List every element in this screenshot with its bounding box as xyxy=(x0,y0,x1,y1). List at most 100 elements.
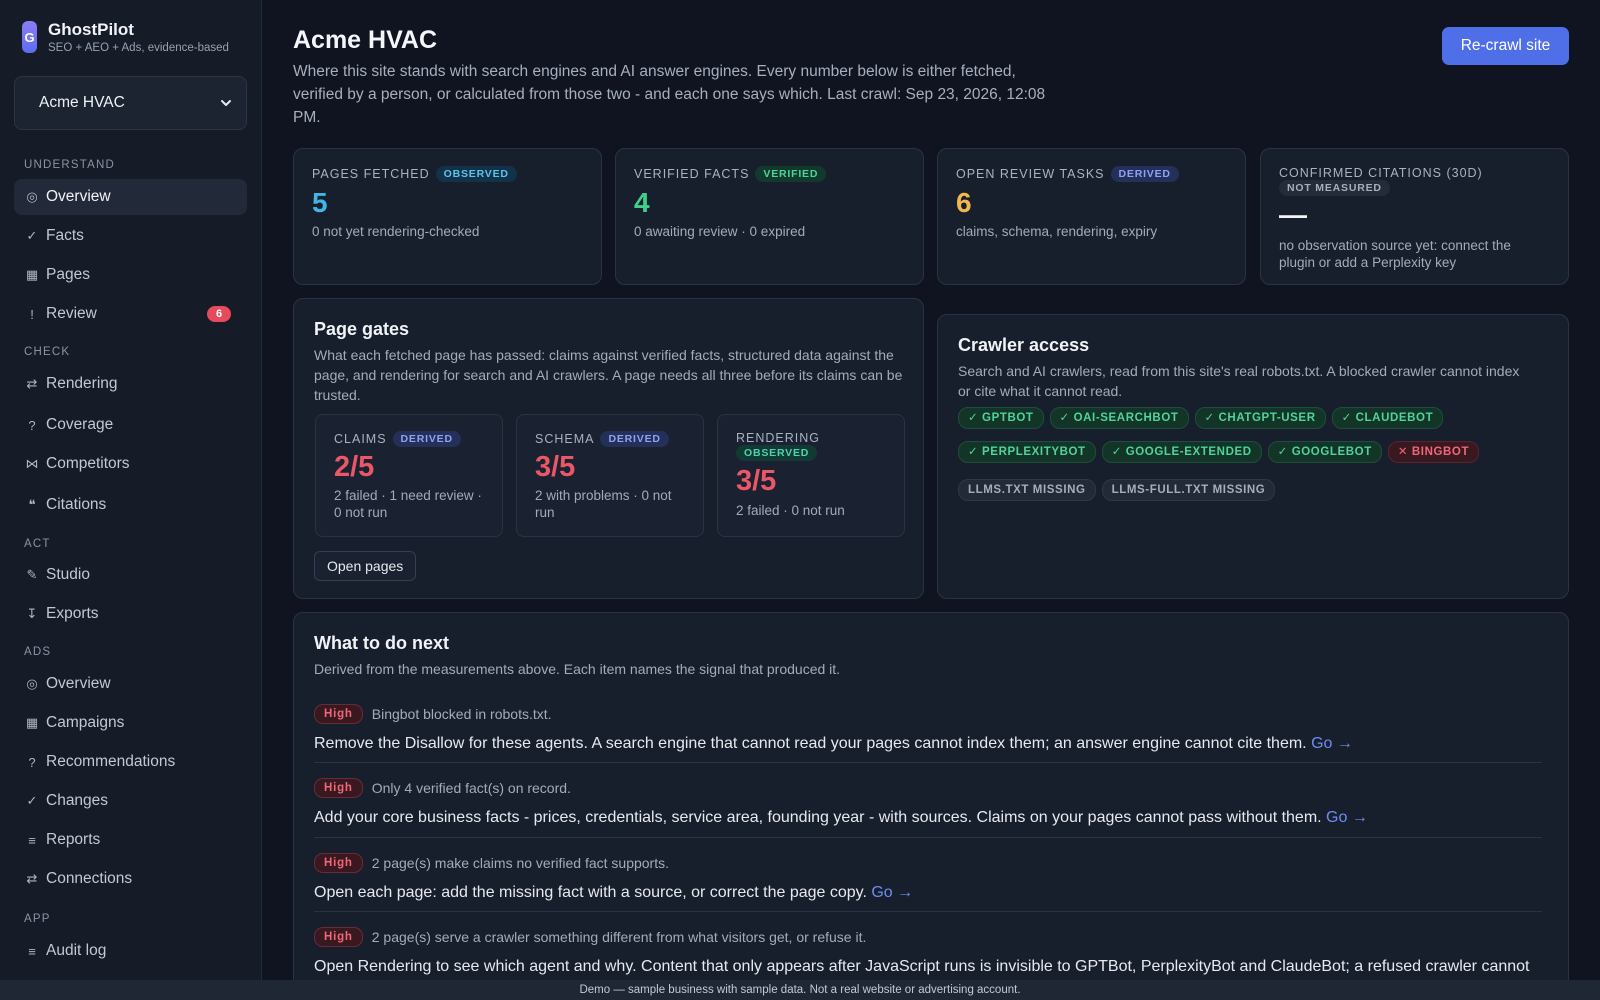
divider xyxy=(314,911,1542,912)
open-pages-button[interactable]: Open pages xyxy=(314,551,417,581)
sidebar-item-reports[interactable]: ≡ Reports xyxy=(14,822,247,858)
crawler-name: ClaudeBot xyxy=(1355,412,1434,424)
gate-note: 2 failed · 1 need review · 0 not run xyxy=(334,488,482,520)
priority-badge: High xyxy=(314,778,363,798)
sidebar-item-recommendations[interactable]: ? Recommendations xyxy=(14,744,247,780)
gate-value: 2/5 xyxy=(334,451,375,483)
nav-section-app: App xyxy=(24,913,51,925)
crawler-chip-list: ✓ GPTBot ✓ OAI-SearchBot ✓ ChatGPT-User … xyxy=(958,407,1558,501)
stat-card-confirmed-citations: Confirmed citations (30d) Not measured —… xyxy=(1260,148,1569,285)
sidebar-item-changes[interactable]: ✓ Changes xyxy=(14,783,247,819)
go-link[interactable]: Go → xyxy=(1311,735,1353,752)
question-icon: ? xyxy=(28,417,36,433)
next-steps-subtitle: Derived from the measurements above. Eac… xyxy=(314,661,841,677)
next-step-signal: 2 page(s) make claims no verified fact s… xyxy=(371,855,669,871)
sidebar-item-label: Coverage xyxy=(46,416,114,433)
brand-logo: G xyxy=(22,21,37,53)
crawler-chip-allowed: ✓ Googlebot xyxy=(1267,441,1382,463)
sidebar-item-audit-log[interactable]: ≡ Audit log xyxy=(14,933,247,969)
gate-label-text: Schema xyxy=(535,432,595,446)
gate-label: Claims Derived xyxy=(334,431,494,447)
gate-value: 3/5 xyxy=(535,451,576,483)
sidebar-item-campaigns[interactable]: ▦ Campaigns xyxy=(14,705,247,741)
page-subtitle: Where this site stands with search engin… xyxy=(293,63,1046,126)
sidebar-item-label: Facts xyxy=(46,227,84,244)
sidebar-item-coverage[interactable]: ? Coverage xyxy=(14,407,247,443)
gate-claims: Claims Derived 2/5 2 failed · 1 need rev… xyxy=(315,414,503,537)
sidebar-item-label: Competitors xyxy=(46,455,130,472)
sidebar-item-studio[interactable]: ✎ Studio xyxy=(14,557,247,593)
stat-label: Pages fetched Observed xyxy=(312,166,582,182)
sidebar-item-label: Overview xyxy=(46,188,111,205)
sidebar-item-connections[interactable]: ⇄ Connections xyxy=(14,861,247,897)
compare-icon: ⋈ xyxy=(25,456,39,471)
crawler-name: Bingbot xyxy=(1411,446,1470,458)
gate-value: 3/5 xyxy=(736,465,777,497)
go-link[interactable]: Go → xyxy=(1326,809,1368,826)
go-link[interactable]: Go → xyxy=(871,884,913,901)
brand-name: GhostPilot xyxy=(48,20,134,39)
sidebar-item-citations[interactable]: ❝ Citations xyxy=(14,487,247,523)
sidebar: G GhostPilot SEO + AEO + Ads, evidence-b… xyxy=(0,0,262,980)
review-count-badge: 6 xyxy=(207,306,231,322)
quote-icon: ❝ xyxy=(28,497,36,512)
target-icon: ◎ xyxy=(26,676,38,691)
verified-tag: Verified xyxy=(755,166,827,182)
sidebar-item-label: Rendering xyxy=(46,375,118,392)
sidebar-item-label: Recommendations xyxy=(46,753,176,770)
list-icon: ≡ xyxy=(28,943,36,959)
crawler-access-subtitle: Search and AI crawlers, read from this s… xyxy=(958,363,1520,399)
derived-tag: Derived xyxy=(392,431,461,447)
sidebar-item-pages[interactable]: ▦ Pages xyxy=(14,257,247,293)
priority-badge: High xyxy=(314,853,363,873)
sidebar-item-label: Campaigns xyxy=(46,714,125,731)
sidebar-item-ads-overview[interactable]: ◎ Overview xyxy=(14,666,247,702)
next-step-action: Add your core business facts - prices, c… xyxy=(314,809,1322,826)
chevron-down-icon xyxy=(221,100,231,106)
stat-value: — xyxy=(1279,199,1307,230)
crawler-chip-allowed: ✓ GPTBot xyxy=(958,407,1044,429)
sidebar-item-label: Citations xyxy=(46,496,107,513)
stat-value: 6 xyxy=(956,187,972,218)
stat-note: claims, schema, rendering, expiry xyxy=(956,224,1158,239)
gate-rendering: Rendering Observed 3/5 2 failed · 0 not … xyxy=(717,414,905,537)
sidebar-item-overview[interactable]: ◎ Overview xyxy=(14,179,247,215)
stat-note: 0 awaiting review · 0 expired xyxy=(634,224,806,239)
check-icon: ✓ xyxy=(26,228,38,243)
sidebar-item-review[interactable]: ! Review 6 xyxy=(14,296,247,332)
sidebar-item-exports[interactable]: ↧ Exports xyxy=(14,596,247,632)
sidebar-item-competitors[interactable]: ⋈ Competitors xyxy=(14,446,247,482)
stat-label: Verified facts Verified xyxy=(634,166,904,182)
page-gates-card: Page gates What each fetched page has pa… xyxy=(293,298,924,599)
crawler-chip-allowed: ✓ PerplexityBot xyxy=(958,441,1096,463)
brand-tagline: SEO + AEO + Ads, evidence-based xyxy=(48,42,229,54)
brand[interactable]: G GhostPilot SEO + AEO + Ads, evidence-b… xyxy=(22,20,229,54)
page-icon: ▦ xyxy=(25,267,39,282)
sidebar-item-label: Audit log xyxy=(46,942,107,959)
divider xyxy=(314,837,1542,838)
crawler-access-title: Crawler access xyxy=(958,335,1090,355)
stat-card-pages-fetched: Pages fetched Observed 5 0 not yet rende… xyxy=(293,148,602,285)
sidebar-item-facts[interactable]: ✓ Facts xyxy=(14,218,247,254)
crawler-chip-allowed: ✓ Google-Extended xyxy=(1101,441,1262,463)
observed-tag: Observed xyxy=(435,166,517,182)
site-select[interactable]: Acme HVAC xyxy=(14,76,247,130)
alert-icon: ! xyxy=(30,306,34,322)
next-step-signal: Only 4 verified fact(s) on record. xyxy=(371,780,571,796)
sidebar-item-label: Review xyxy=(46,305,97,322)
chip-row-break xyxy=(958,469,1558,473)
gate-note: 2 failed · 0 not run xyxy=(736,503,845,518)
recrawl-button[interactable]: Re-crawl site xyxy=(1442,27,1569,65)
crawler-chip-allowed: ✓ ClaudeBot xyxy=(1331,407,1444,429)
crawler-name: Google-Extended xyxy=(1125,446,1252,458)
crawler-chip-blocked: ✕ Bingbot xyxy=(1387,441,1480,463)
sidebar-item-label: Connections xyxy=(46,870,133,887)
crawler-name: Googlebot xyxy=(1291,446,1372,458)
priority-badge: High xyxy=(314,704,363,724)
crawler-chip-allowed: ✓ OAI-SearchBot xyxy=(1049,407,1189,429)
gate-label: Rendering Observed xyxy=(736,431,846,461)
gate-note: 2 with problems · 0 not run xyxy=(535,488,672,520)
stat-note: 0 not yet rendering-checked xyxy=(312,224,480,239)
gate-label-text: Claims xyxy=(334,432,387,446)
sidebar-item-rendering[interactable]: ⇄ Rendering xyxy=(14,366,247,402)
